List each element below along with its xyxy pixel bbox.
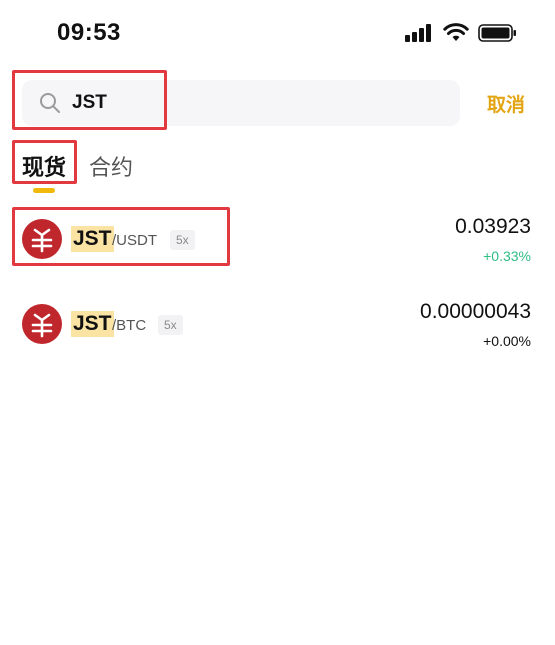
pair-change: +0.00% — [483, 333, 531, 349]
leverage-badge: 5x — [158, 315, 183, 335]
search-icon — [40, 93, 60, 113]
search-input[interactable] — [72, 88, 272, 118]
active-tab-indicator — [33, 188, 55, 193]
pair-row-jst-usdt[interactable]: JST /USDT 5x 0.03923 +0.33% — [0, 198, 555, 278]
jst-coin-icon — [22, 304, 62, 344]
tab-spot[interactable]: 现货 — [22, 150, 66, 182]
pair-change: +0.33% — [483, 248, 531, 264]
jst-coin-icon — [22, 219, 62, 259]
cellular-signal-icon — [405, 24, 435, 42]
pair-base: JST — [71, 226, 114, 252]
pair-quote: /BTC — [112, 317, 147, 334]
tab-contract[interactable]: 合约 — [89, 150, 133, 182]
battery-icon — [478, 24, 516, 42]
pair-price: 0.03923 — [455, 215, 531, 238]
wifi-icon — [443, 23, 469, 41]
pair-price: 0.00000043 — [420, 300, 531, 323]
pair-row-jst-btc[interactable]: JST /BTC 5x 0.00000043 +0.00% — [0, 283, 555, 363]
status-time: 09:53 — [57, 19, 121, 46]
leverage-badge: 5x — [170, 230, 195, 250]
pair-quote: /USDT — [112, 232, 157, 249]
cancel-button[interactable]: 取消 — [487, 90, 525, 117]
status-bar: 09:53 — [0, 0, 555, 64]
pair-base: JST — [71, 311, 114, 337]
